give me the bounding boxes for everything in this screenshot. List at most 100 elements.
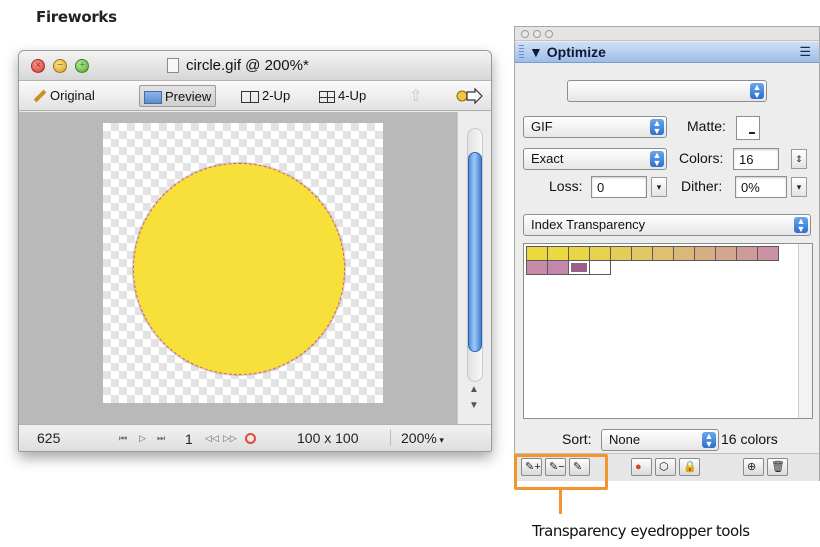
colors-field[interactable]: 16 <box>733 148 779 170</box>
pencil-icon <box>33 89 47 102</box>
palette-select[interactable]: Exact ▲ ▼ <box>523 148 667 170</box>
stop-icon[interactable] <box>245 433 256 444</box>
palette-swatch[interactable] <box>568 260 590 275</box>
delete-color-button[interactable]: 🗑 <box>767 458 788 476</box>
tab-original[interactable]: Original <box>29 85 99 107</box>
panel-titlebar[interactable] <box>515 27 819 41</box>
image-size: 100 x 100 <box>297 430 359 446</box>
select-stepper-icon: ▲ ▼ <box>794 217 808 234</box>
eyedropper-highlight-box <box>514 454 608 490</box>
callout-line <box>559 490 562 514</box>
title-bar[interactable]: × − + circle.gif @ 200%* <box>19 51 491 81</box>
grip-icon[interactable] <box>519 45 524 59</box>
document-icon <box>167 58 179 73</box>
status-bar: 625 ⏮ ▷ ⏭ 1 ◁◁ ▷▷ 100 x 100 200% ▾ <box>19 424 491 451</box>
zoom-value: 200% <box>401 430 437 446</box>
transparency-value: Index Transparency <box>531 217 646 232</box>
slice-export-icon[interactable]: ⇧ <box>409 86 422 106</box>
palette-swatch[interactable] <box>526 246 548 261</box>
sort-select[interactable]: None ▲ ▼ <box>601 429 719 451</box>
palette-value: Exact <box>531 151 564 166</box>
frame-delay: 625 <box>37 430 61 446</box>
minimize-icon: − <box>57 60 63 71</box>
next-frame-icon[interactable]: ▷▷ <box>223 433 237 444</box>
web-snap-button[interactable]: ⬡ <box>655 458 676 476</box>
loss-label: Loss: <box>549 178 583 194</box>
frame-number: 1 <box>185 431 193 447</box>
lock-icon: 🔒 <box>683 461 697 473</box>
palette-swatch[interactable] <box>631 246 653 261</box>
palette-swatch[interactable] <box>673 246 695 261</box>
scroll-thumb[interactable] <box>468 152 482 352</box>
palette-swatch[interactable] <box>589 260 611 275</box>
transparency-checkerboard <box>103 123 383 403</box>
optimize-header[interactable]: ▼ Optimize ☰ <box>515 42 819 63</box>
color-wheel-icon: ● <box>635 461 642 473</box>
palette-swatch[interactable] <box>652 246 674 261</box>
optimize-title: ▼ Optimize <box>529 44 606 60</box>
previous-frame-icon[interactable]: ◁◁ <box>205 433 219 444</box>
optimize-title-label: Optimize <box>546 44 606 60</box>
select-stepper-icon: ▲ ▼ <box>650 151 664 168</box>
lock-color-button[interactable]: 🔒 <box>679 458 700 476</box>
colors-count: 16 colors <box>721 431 778 447</box>
color-wheel-button[interactable]: ● <box>631 458 652 476</box>
color-palette <box>523 243 813 419</box>
transparency-select[interactable]: Index Transparency ▲ ▼ <box>523 214 811 236</box>
select-stepper-icon: ▲ ▼ <box>650 119 664 136</box>
palette-swatch[interactable] <box>736 246 758 261</box>
export-wizard-icon[interactable] <box>455 87 483 105</box>
select-stepper-icon: ▲ ▼ <box>750 83 764 100</box>
dither-field[interactable]: 0% <box>735 176 787 198</box>
palette-swatch[interactable] <box>526 260 548 275</box>
first-frame-icon[interactable]: ⏮ <box>119 433 127 444</box>
palette-swatch[interactable] <box>715 246 737 261</box>
add-color-button[interactable]: ⊕ <box>743 458 764 476</box>
document-window: × − + circle.gif @ 200%* Original Previe… <box>18 50 492 452</box>
loss-field[interactable]: 0 <box>591 176 647 198</box>
vertical-scrollbar[interactable]: ▲ ▼ <box>457 112 491 426</box>
palette-swatch[interactable] <box>694 246 716 261</box>
palette-swatch[interactable] <box>610 246 632 261</box>
disclosure-triangle-icon[interactable]: ▼ <box>529 44 543 60</box>
loss-dropdown[interactable]: ▾ <box>651 177 667 197</box>
palette-swatch[interactable] <box>757 246 779 261</box>
tab-original-label: Original <box>50 88 95 103</box>
tab-2up[interactable]: 2-Up <box>237 85 294 107</box>
tab-preview[interactable]: Preview <box>139 85 217 107</box>
colors-stepper[interactable]: ⇕ <box>791 149 807 169</box>
zoom-select[interactable]: 200% ▾ <box>390 430 444 446</box>
tab-4up[interactable]: 4-Up <box>315 85 370 107</box>
palette-swatch[interactable] <box>568 246 590 261</box>
saved-settings-select[interactable]: ▲ ▼ <box>567 80 767 102</box>
last-frame-icon[interactable]: ⏭ <box>157 433 165 444</box>
close-icon: × <box>35 60 41 71</box>
zoom-button[interactable]: + <box>75 59 89 73</box>
matte-color-swatch[interactable] <box>736 116 760 140</box>
panel-minimize-button[interactable] <box>533 30 541 38</box>
scroll-down-arrow[interactable]: ▼ <box>469 400 479 411</box>
close-button[interactable]: × <box>31 59 45 73</box>
chevron-down-icon: ▾ <box>436 435 444 445</box>
format-value: GIF <box>531 119 553 134</box>
palette-scrollbar[interactable] <box>798 244 812 418</box>
panel-zoom-button[interactable] <box>545 30 553 38</box>
yellow-circle-image <box>133 163 345 375</box>
trash-icon: 🗑 <box>771 461 785 473</box>
document-title: circle.gif @ 200%* <box>186 57 309 74</box>
palette-swatch[interactable] <box>589 246 611 261</box>
play-icon[interactable]: ▷ <box>139 433 146 444</box>
format-select[interactable]: GIF ▲ ▼ <box>523 116 667 138</box>
sort-label: Sort: <box>562 431 592 447</box>
minimize-button[interactable]: − <box>53 59 67 73</box>
colors-label: Colors: <box>679 150 724 166</box>
scroll-up-arrow[interactable]: ▲ <box>469 384 479 395</box>
four-up-icon <box>319 90 335 103</box>
canvas-area <box>19 112 459 426</box>
palette-swatch[interactable] <box>547 260 569 275</box>
panel-close-button[interactable] <box>521 30 529 38</box>
palette-swatch[interactable] <box>547 246 569 261</box>
dither-dropdown[interactable]: ▾ <box>791 177 807 197</box>
panel-options-menu-icon[interactable]: ☰ <box>799 44 811 60</box>
callout-label: Transparency eyedropper tools <box>532 522 750 540</box>
